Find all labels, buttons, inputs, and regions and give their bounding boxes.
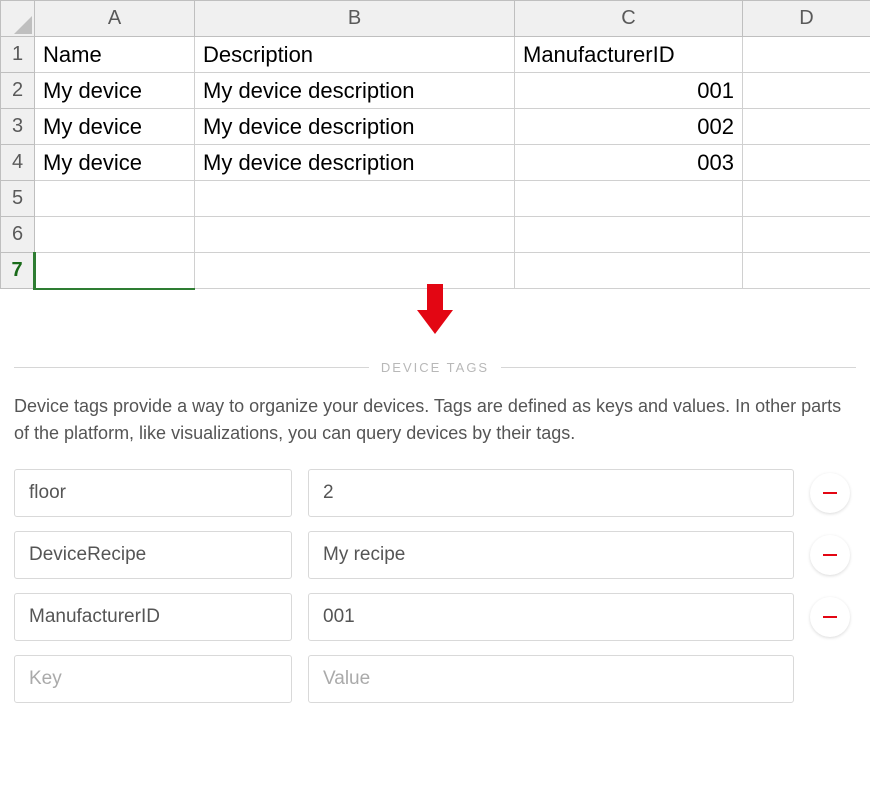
cell-d3[interactable] (743, 109, 870, 145)
row-header-6[interactable]: 6 (1, 217, 35, 253)
cell-a5[interactable] (35, 181, 195, 217)
cell-c4[interactable]: 003 (515, 145, 743, 181)
minus-icon (823, 554, 837, 556)
spacer (810, 659, 850, 699)
tag-key-input-new[interactable] (14, 655, 292, 703)
tag-row (14, 469, 856, 517)
row-header-3[interactable]: 3 (1, 109, 35, 145)
minus-icon (823, 616, 837, 618)
tag-row (14, 593, 856, 641)
cell-b4[interactable]: My device description (195, 145, 515, 181)
cell-d5[interactable] (743, 181, 870, 217)
cell-d4[interactable] (743, 145, 870, 181)
section-title: DEVICE TAGS (381, 360, 489, 375)
row-header-1[interactable]: 1 (1, 37, 35, 73)
row-header-2[interactable]: 2 (1, 73, 35, 109)
cell-b5[interactable] (195, 181, 515, 217)
tag-value-input-new[interactable] (308, 655, 794, 703)
tag-key-input[interactable] (14, 469, 292, 517)
section-divider: DEVICE TAGS (14, 360, 856, 375)
tag-value-input[interactable] (308, 469, 794, 517)
cell-c3[interactable]: 002 (515, 109, 743, 145)
tag-value-input[interactable] (308, 593, 794, 641)
help-text: Device tags provide a way to organize yo… (14, 393, 856, 447)
tag-key-input[interactable] (14, 593, 292, 641)
cell-a2[interactable]: My device (35, 73, 195, 109)
cell-a3[interactable]: My device (35, 109, 195, 145)
cell-d6[interactable] (743, 217, 870, 253)
cell-b1[interactable]: Description (195, 37, 515, 73)
col-header-d[interactable]: D (743, 1, 870, 37)
tag-row (14, 531, 856, 579)
cell-a1[interactable]: Name (35, 37, 195, 73)
cell-b6[interactable] (195, 217, 515, 253)
cell-b3[interactable]: My device description (195, 109, 515, 145)
row-header-5[interactable]: 5 (1, 181, 35, 217)
arrow-down-icon (0, 284, 870, 338)
cell-a4[interactable]: My device (35, 145, 195, 181)
minus-icon (823, 492, 837, 494)
remove-tag-button[interactable] (810, 473, 850, 513)
cell-c5[interactable] (515, 181, 743, 217)
device-tags-section: DEVICE TAGS Device tags provide a way to… (14, 360, 856, 703)
col-header-c[interactable]: C (515, 1, 743, 37)
remove-tag-button[interactable] (810, 535, 850, 575)
cell-a6[interactable] (35, 217, 195, 253)
cell-c1[interactable]: ManufacturerID (515, 37, 743, 73)
cell-d2[interactable] (743, 73, 870, 109)
tag-value-input[interactable] (308, 531, 794, 579)
col-header-b[interactable]: B (195, 1, 515, 37)
spreadsheet[interactable]: A B C D 1 Name Description ManufacturerI… (0, 0, 870, 290)
tag-row-new (14, 655, 856, 703)
remove-tag-button[interactable] (810, 597, 850, 637)
row-header-4[interactable]: 4 (1, 145, 35, 181)
cell-b2[interactable]: My device description (195, 73, 515, 109)
cell-d1[interactable] (743, 37, 870, 73)
cell-c6[interactable] (515, 217, 743, 253)
col-header-a[interactable]: A (35, 1, 195, 37)
select-all-corner[interactable] (1, 1, 35, 37)
cell-c2[interactable]: 001 (515, 73, 743, 109)
tag-key-input[interactable] (14, 531, 292, 579)
